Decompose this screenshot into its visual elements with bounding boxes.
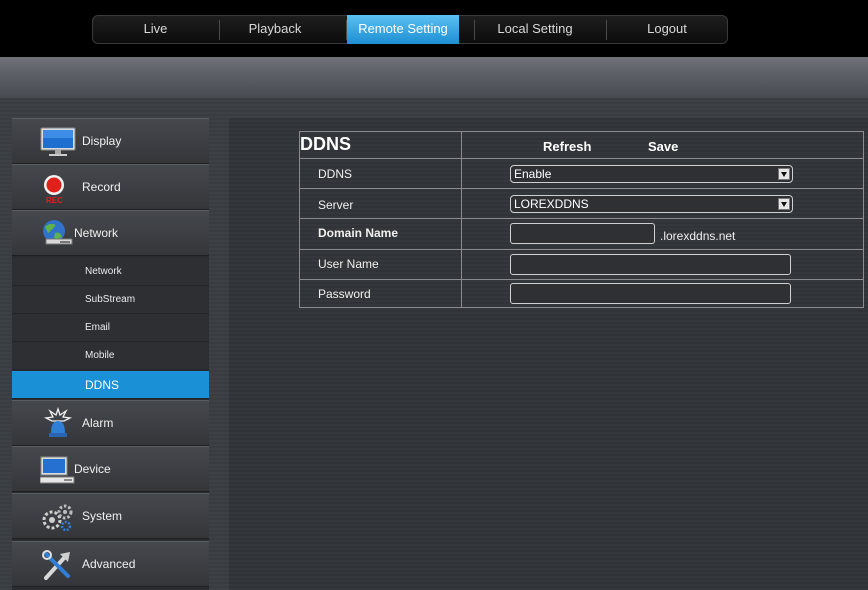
sidebar-item-display[interactable]: Display bbox=[12, 118, 209, 164]
sidebar-item-device[interactable]: Device bbox=[12, 446, 209, 492]
sidebar-subitem-label: SubStream bbox=[85, 294, 136, 305]
sidebar-item-label: Display bbox=[82, 134, 122, 148]
ddns-header-row: DDNS Refresh Save bbox=[300, 132, 863, 159]
alarm-icon bbox=[40, 406, 76, 441]
sidebar-item-system[interactable]: System bbox=[12, 493, 209, 539]
domain-suffix: .lorexddns.net bbox=[660, 229, 736, 243]
tab-logout[interactable]: Logout bbox=[607, 16, 727, 43]
sidebar-subitem-label: Mobile bbox=[85, 350, 115, 361]
ddns-enable-select[interactable]: Enable bbox=[510, 165, 793, 183]
sidebar: Display REC Record Network Network SubSt… bbox=[12, 118, 209, 590]
column-divider bbox=[461, 250, 462, 279]
server-value: LOREXDDNS bbox=[514, 197, 589, 211]
device-icon bbox=[39, 453, 76, 487]
ddns-enable-value: Enable bbox=[514, 167, 552, 181]
server-label: Server bbox=[318, 198, 354, 212]
domain-name-row: Domain Name .lorexddns.net bbox=[300, 219, 863, 250]
tools-icon bbox=[40, 548, 76, 582]
user-name-input[interactable] bbox=[510, 254, 791, 275]
chevron-down-icon[interactable] bbox=[778, 168, 790, 180]
domain-name-label: Domain Name bbox=[318, 226, 399, 240]
user-name-row: User Name bbox=[300, 250, 863, 280]
column-divider bbox=[461, 132, 462, 158]
server-row: Server LOREXDDNS bbox=[300, 189, 863, 219]
top-bar: Live Playback Remote Setting Local Setti… bbox=[0, 0, 868, 57]
domain-name-input[interactable] bbox=[510, 223, 655, 244]
tab-remote-setting[interactable]: Remote Setting bbox=[347, 15, 459, 44]
sidebar-subitem-label: Email bbox=[85, 322, 111, 333]
user-name-label: User Name bbox=[318, 257, 379, 271]
server-select[interactable]: LOREXDDNS bbox=[510, 195, 793, 213]
password-input[interactable] bbox=[510, 283, 791, 304]
tab-playback[interactable]: Playback bbox=[220, 16, 330, 43]
sidebar-item-label: Record bbox=[82, 180, 121, 194]
password-row: Password bbox=[300, 280, 863, 308]
sidebar-subitem-email[interactable]: Email bbox=[12, 314, 209, 342]
sidebar-subitem-mobile[interactable]: Mobile bbox=[12, 342, 209, 370]
column-divider bbox=[461, 219, 462, 249]
header-band bbox=[0, 57, 868, 98]
main-nav: Live Playback Remote Setting Local Setti… bbox=[92, 15, 728, 44]
refresh-button[interactable]: Refresh bbox=[543, 139, 591, 154]
ddns-row: DDNS Enable bbox=[300, 159, 863, 189]
svg-text:REC: REC bbox=[46, 196, 63, 205]
sidebar-item-network[interactable]: Network bbox=[12, 210, 209, 256]
sidebar-item-label: Alarm bbox=[82, 416, 114, 430]
tab-live[interactable]: Live bbox=[108, 16, 203, 43]
sidebar-item-label: System bbox=[82, 509, 123, 523]
chevron-down-icon[interactable] bbox=[778, 198, 790, 210]
save-button[interactable]: Save bbox=[648, 139, 678, 154]
sidebar-item-record[interactable]: REC Record bbox=[12, 164, 209, 210]
column-divider bbox=[461, 159, 462, 188]
sidebar-item-advanced[interactable]: Advanced bbox=[12, 541, 209, 587]
record-icon: REC bbox=[40, 171, 76, 205]
sidebar-subitem-label: Network bbox=[85, 266, 122, 277]
sidebar-subitem-network[interactable]: Network bbox=[12, 258, 209, 286]
column-divider bbox=[461, 189, 462, 218]
ddns-settings-table: DDNS Refresh Save DDNS Enable Server LOR… bbox=[299, 131, 864, 308]
sidebar-subitem-ddns[interactable]: DDNS bbox=[12, 371, 209, 399]
gears-icon bbox=[40, 500, 76, 534]
column-divider bbox=[461, 280, 462, 308]
sidebar-item-label: Device bbox=[74, 462, 111, 476]
page-title: DDNS bbox=[300, 134, 352, 154]
sidebar-subitem-label: DDNS bbox=[85, 378, 120, 392]
sidebar-item-label: Advanced bbox=[82, 557, 136, 571]
sidebar-item-alarm[interactable]: Alarm bbox=[12, 400, 209, 446]
sidebar-item-label: Network bbox=[74, 226, 119, 240]
monitor-icon bbox=[40, 125, 76, 159]
network-icon bbox=[40, 217, 76, 251]
password-label: Password bbox=[318, 287, 371, 301]
tab-local-setting[interactable]: Local Setting bbox=[475, 16, 595, 43]
ddns-label: DDNS bbox=[318, 167, 353, 181]
sidebar-subitem-substream[interactable]: SubStream bbox=[12, 286, 209, 314]
